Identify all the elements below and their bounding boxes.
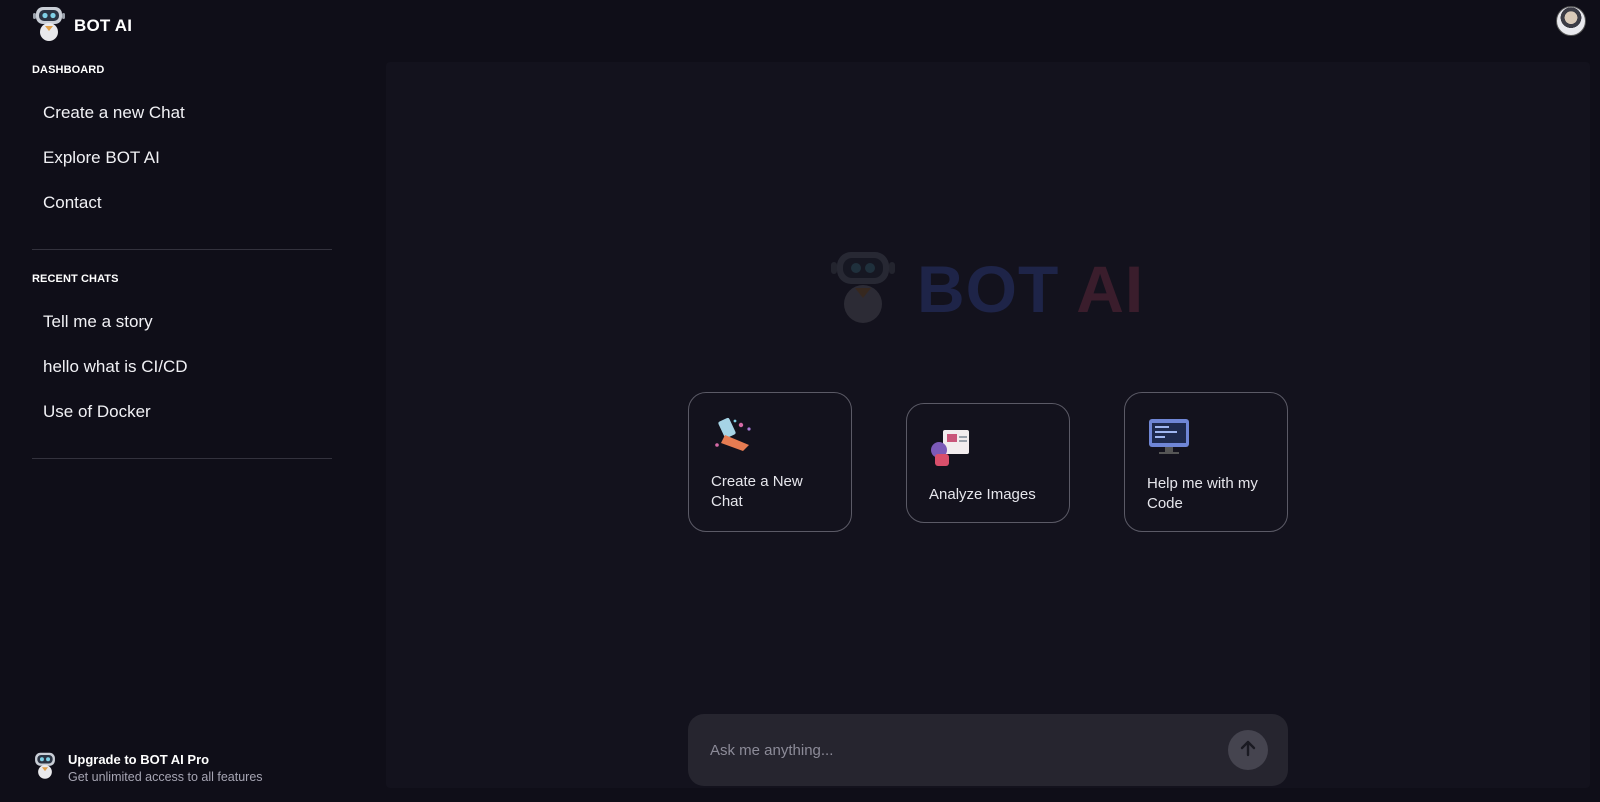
analyze-images-card[interactable]: Analyze Images xyxy=(906,403,1070,523)
recent-chat-item[interactable]: Tell me a story xyxy=(32,304,332,340)
card-label: Create a New Chat xyxy=(711,473,803,510)
robot-icon xyxy=(831,248,895,329)
recent-chat-label: Use of Docker xyxy=(43,402,151,421)
help-with-code-card[interactable]: Help me with my Code xyxy=(1124,392,1288,532)
create-new-chat-card[interactable]: Create a New Chat xyxy=(688,392,852,532)
upgrade-text: Upgrade to BOT AI Pro Get unlimited acce… xyxy=(68,752,263,784)
sidebar-item-label: Contact xyxy=(43,193,102,212)
recent-chat-label: Tell me a story xyxy=(43,312,153,331)
send-button[interactable] xyxy=(1228,730,1268,770)
card-label: Analyze Images xyxy=(929,486,1036,503)
robot-icon xyxy=(32,4,66,47)
recent-chat-item[interactable]: Use of Docker xyxy=(32,394,332,430)
upgrade-pro-button[interactable]: Upgrade to BOT AI Pro Get unlimited acce… xyxy=(32,750,263,785)
robot-icon xyxy=(32,750,58,785)
chat-composer xyxy=(688,714,1288,786)
hero-logo: BOT AI xyxy=(831,248,1144,329)
upgrade-subtitle: Get unlimited access to all features xyxy=(68,769,263,784)
main-panel: BOT AI Create a New Chat Analyze Images … xyxy=(386,62,1590,788)
brand-name: BOT AI xyxy=(74,15,133,35)
sidebar: DASHBOARD Create a new Chat Explore BOT … xyxy=(0,44,365,802)
sidebar-item-label: Explore BOT AI xyxy=(43,148,160,167)
sidebar-item-label: Create a new Chat xyxy=(43,103,185,122)
sidebar-item-create-chat[interactable]: Create a new Chat xyxy=(32,95,332,131)
recent-chat-item[interactable]: hello what is CI/CD xyxy=(32,349,332,385)
app-root: BOT AI DASHBOARD Create a new Chat Explo… xyxy=(0,0,1600,802)
sidebar-divider xyxy=(32,458,332,459)
dashboard-section-label: DASHBOARD xyxy=(32,64,105,76)
hero-title-part2: AI xyxy=(1076,251,1145,326)
message-input[interactable] xyxy=(710,741,1228,759)
upgrade-title: Upgrade to BOT AI Pro xyxy=(68,751,210,767)
hero-title: BOT AI xyxy=(917,256,1144,322)
hero-title-part1: BOT xyxy=(917,251,1060,326)
sidebar-divider xyxy=(32,249,332,250)
recent-chat-label: hello what is CI/CD xyxy=(43,357,188,376)
recent-chats-section-label: RECENT CHATS xyxy=(32,273,119,285)
code-monitor-icon xyxy=(1147,419,1193,461)
card-label: Help me with my Code xyxy=(1147,475,1258,512)
sidebar-item-explore[interactable]: Explore BOT AI xyxy=(32,140,332,176)
image-analysis-icon xyxy=(929,430,975,472)
sidebar-item-contact[interactable]: Contact xyxy=(32,185,332,221)
arrow-up-icon xyxy=(1239,739,1257,762)
rocket-icon xyxy=(711,417,757,459)
brand[interactable]: BOT AI xyxy=(32,4,132,47)
user-avatar[interactable] xyxy=(1556,6,1586,36)
